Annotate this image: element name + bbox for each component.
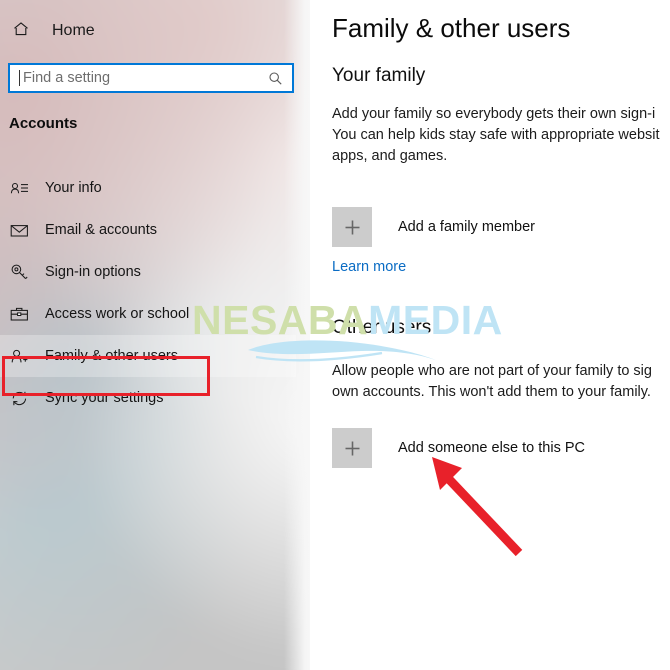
search-icon[interactable] [268, 71, 283, 86]
sidebar-item-your-info[interactable]: Your info [0, 167, 296, 209]
person-add-icon [10, 348, 34, 365]
plus-icon [332, 428, 372, 468]
sidebar-item-sign-in-options[interactable]: Sign-in options [0, 251, 296, 293]
home-icon [12, 20, 30, 43]
page-title: Family & other users [332, 13, 571, 43]
sidebar-item-label: Sign-in options [45, 264, 141, 280]
sidebar: Home Find a setting Accounts Your info E… [0, 0, 310, 670]
add-family-member-button[interactable]: Add a family member [332, 207, 535, 247]
learn-more-link[interactable]: Learn more [332, 259, 406, 275]
your-family-description: Add your family so everybody gets their … [332, 106, 660, 164]
envelope-icon [10, 223, 34, 238]
sidebar-item-access-work-school[interactable]: Access work or school [0, 293, 296, 335]
add-family-member-label: Add a family member [398, 219, 535, 235]
sidebar-item-email-accounts[interactable]: Email & accounts [0, 209, 296, 251]
sync-icon [10, 390, 34, 407]
your-family-heading: Your family [332, 65, 426, 86]
sidebar-category-heading: Accounts [9, 115, 78, 132]
main-content: Family & other users Your family Add you… [310, 0, 670, 670]
search-input[interactable]: Find a setting [8, 63, 294, 93]
sidebar-item-label: Access work or school [45, 306, 190, 322]
home-button[interactable]: Home [0, 14, 296, 48]
contact-card-icon [10, 180, 34, 196]
sidebar-item-label: Your info [45, 180, 102, 196]
key-icon [10, 263, 34, 281]
search-placeholder: Find a setting [23, 70, 111, 86]
plus-icon [332, 207, 372, 247]
other-users-heading: Other users [332, 317, 432, 338]
text-caret [19, 70, 20, 86]
settings-window: Home Find a setting Accounts Your info E… [0, 0, 670, 670]
sidebar-item-family-other-users[interactable]: Family & other users [0, 335, 296, 377]
add-someone-else-button[interactable]: Add someone else to this PC [332, 428, 585, 468]
briefcase-icon [10, 306, 34, 322]
sidebar-item-sync-your-settings[interactable]: Sync your settings [0, 377, 296, 419]
add-someone-else-label: Add someone else to this PC [398, 440, 585, 456]
sidebar-nav: Your info Email & accounts Sign-in optio… [0, 167, 296, 419]
sidebar-item-label: Email & accounts [45, 222, 158, 238]
sidebar-item-label: Family & other users [45, 348, 178, 364]
sidebar-item-label: Sync your settings [45, 390, 164, 406]
other-users-description: Allow people who are not part of your fa… [332, 363, 652, 400]
home-label: Home [52, 22, 95, 39]
